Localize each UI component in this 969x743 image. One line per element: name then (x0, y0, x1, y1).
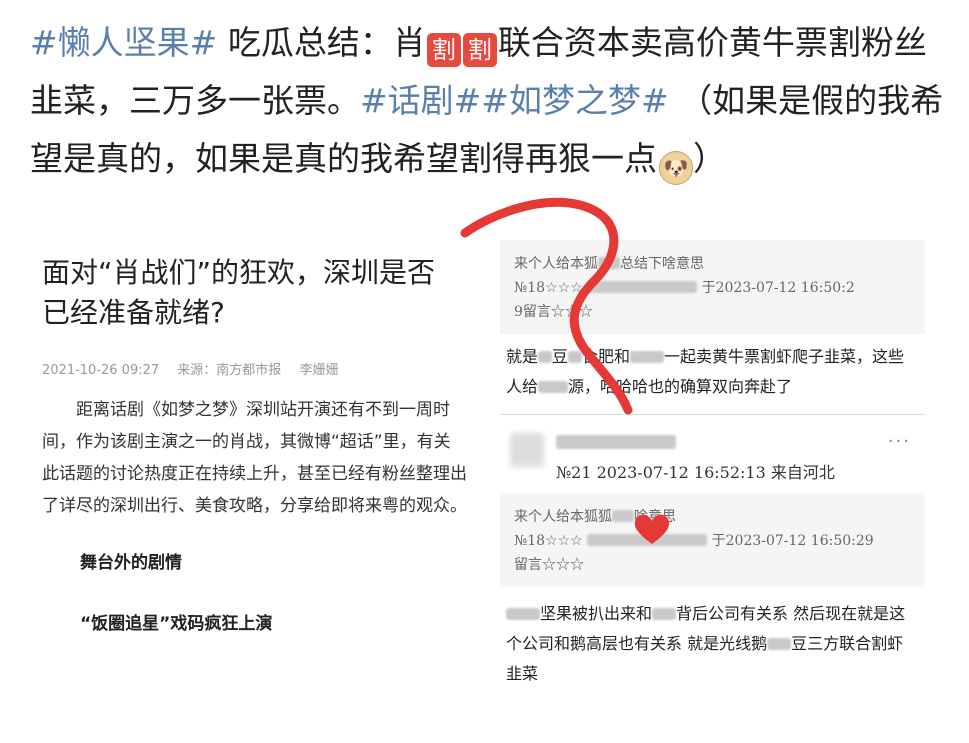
red-scribble-arrow (460, 197, 633, 415)
quote-line: 来个人给本狐狐 (514, 509, 612, 525)
quote-time: 于2023-07-12 16:50:2 (701, 280, 855, 296)
post-text-1: 吃瓜总结：肖 (227, 23, 426, 62)
article-meta: 2021-10-26 09:27 来源：南方都市报 李姗姗 (42, 359, 470, 378)
avatar[interactable] (510, 433, 544, 467)
weibo-post-text: #懒人坚果# 吃瓜总结：肖割割联合资本卖高价黄牛票割粉丝韭菜，三万多一张票。#话… (30, 14, 950, 188)
more-options-icon[interactable]: ··· (888, 431, 911, 452)
quote-time: 于2023-07-12 16:50:29 (711, 533, 874, 549)
article-date: 2021-10-26 09:27 (42, 363, 160, 378)
post-text-4: ） (693, 139, 726, 178)
article-title: 面对“肖战们”的狂欢，深圳是否已经准备就绪? (42, 256, 436, 329)
comment-floor-time: №21 2023-07-12 16:52:13 来自河北 (556, 463, 835, 482)
redacted-text (612, 510, 634, 522)
quoted-comment: 来个人给本狐狐啥意思 №18☆☆☆ 于2023-07-12 16:50:29 留… (500, 493, 925, 587)
cut-emoji: 割 (426, 33, 461, 67)
comment-text: 坚果被扒出来和 背后公司有关系 然后现在就是这个公司和鹅高层也有关系 就是光线鹅豆… (500, 591, 925, 695)
comment-segment: 背后公司有关系 (676, 604, 789, 623)
article-heading: “饭圈追星”戏码疯狂上演 (80, 614, 273, 634)
quote-line: 留言☆☆☆ (514, 557, 584, 573)
article-heading: 舞台外的剧情 (80, 553, 182, 573)
quote-floor: №18☆☆☆ (514, 533, 583, 549)
red-heart-mark (634, 514, 670, 544)
comment-header: ··· №21 2023-07-12 16:52:13 来自河北 (500, 421, 925, 487)
news-article-screenshot: 面对“肖战们”的狂欢，深圳是否已经准备就绪? 2021-10-26 09:27 … (32, 245, 470, 715)
bottom-fade (0, 690, 969, 743)
redacted-text (652, 608, 677, 620)
scribble-path (460, 197, 633, 415)
redacted-text (506, 608, 540, 620)
hashtag-lazy-nuts[interactable]: #懒人坚果# (30, 23, 217, 62)
heart-shape (634, 514, 670, 544)
username-redacted[interactable] (556, 433, 676, 452)
hashtag-drama[interactable]: #话剧##如梦之梦# (360, 81, 669, 120)
comment-segment: 坚果被扒出来和 (540, 604, 653, 623)
doge-emoji-icon: 🐶 (659, 151, 693, 185)
redacted-text (767, 638, 792, 650)
cut-emoji: 割 (462, 33, 497, 67)
article-source: 来源：南方都市报 (177, 363, 282, 378)
article-author: 李姗姗 (299, 363, 339, 378)
article-body: 距离话剧《如梦之梦》深圳站开演还有不到一周时间，作为该剧主演之一的肖战，其微博“… (42, 400, 467, 516)
